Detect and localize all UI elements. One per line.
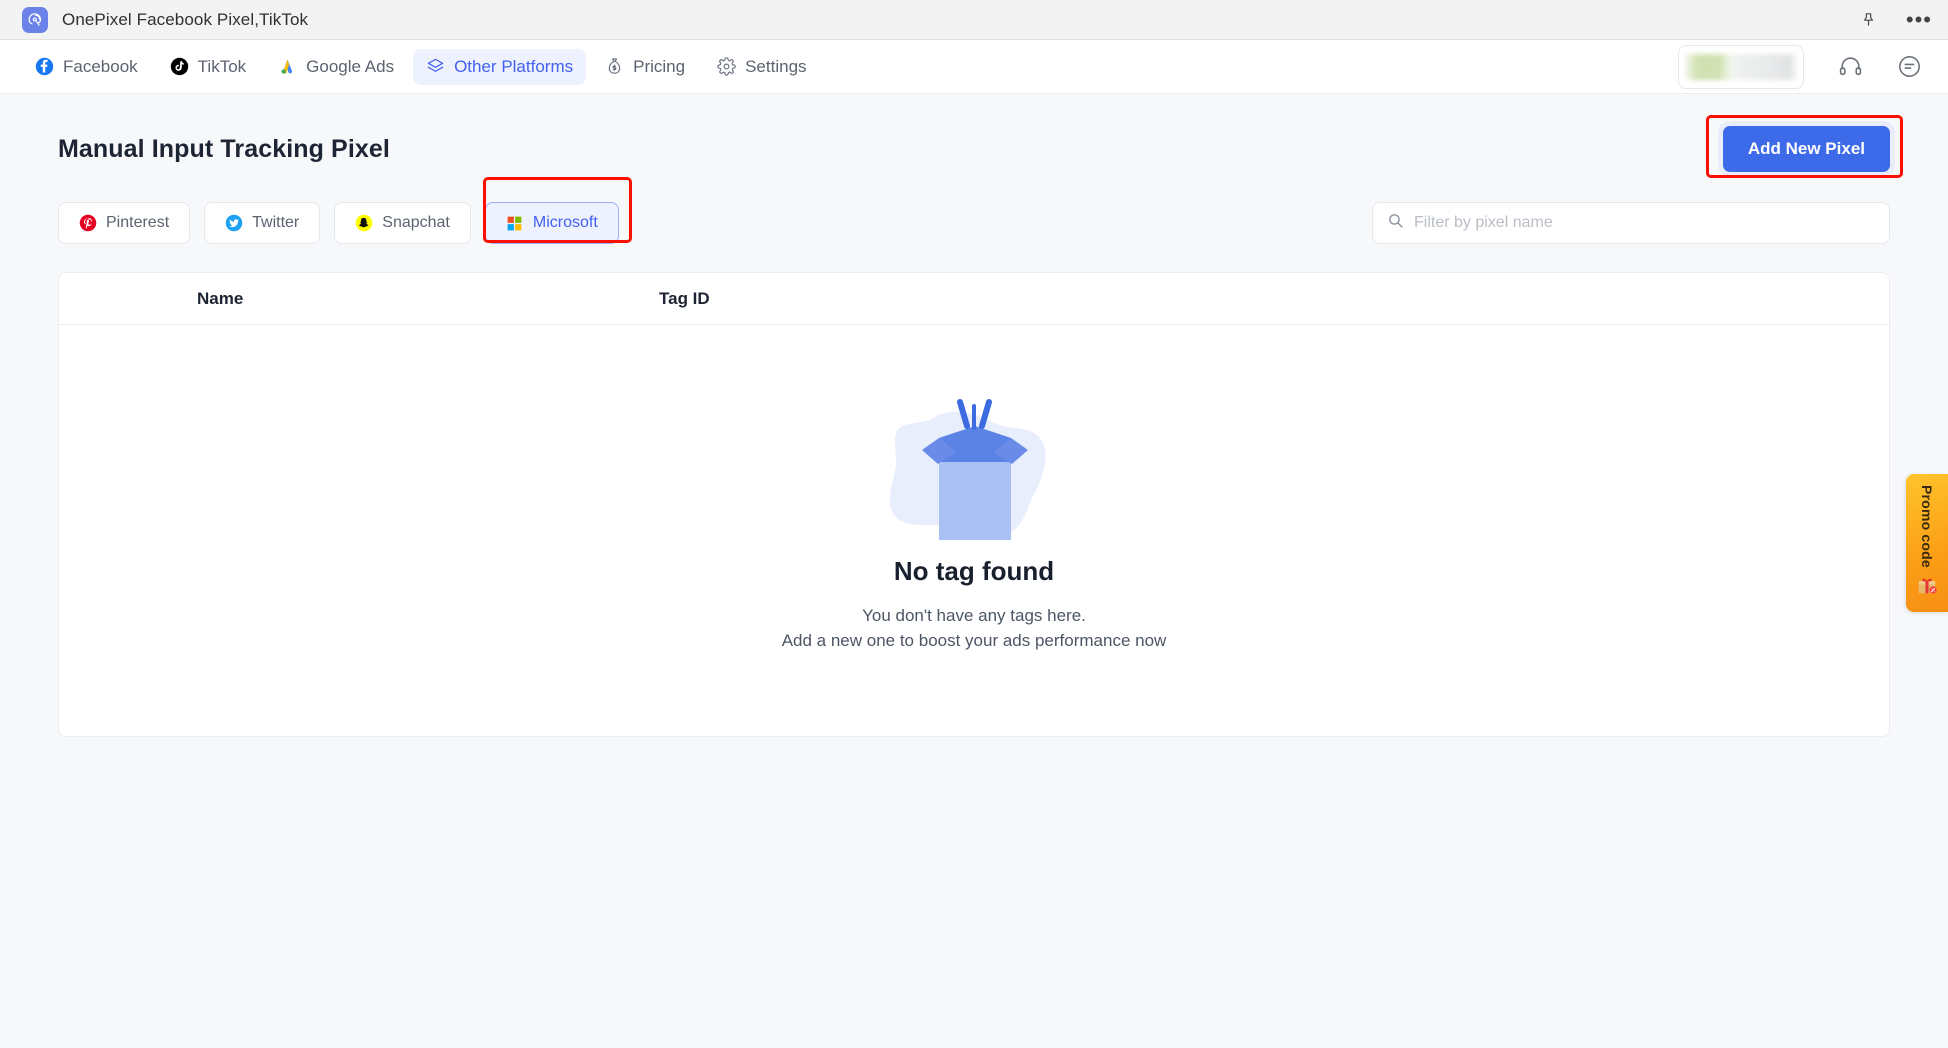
account-pill[interactable] <box>1678 44 1804 89</box>
empty-state-line-2: Add a new one to boost your ads performa… <box>781 631 1167 650</box>
pixel-table-card: Name Tag ID No tag found You don't have … <box>58 272 1890 737</box>
twitter-icon <box>225 214 243 232</box>
google-ads-icon <box>278 57 297 76</box>
pin-icon[interactable] <box>1858 9 1880 31</box>
gear-icon <box>717 57 736 76</box>
promo-code-label: Promo code <box>1919 485 1935 568</box>
onepixel-logo-icon <box>22 6 48 33</box>
empty-state: No tag found You don't have any tags her… <box>59 325 1889 736</box>
nav-items: Facebook TikTok Google Ads Other Platfor… <box>22 48 820 85</box>
tiktok-icon <box>170 57 189 76</box>
nav-item-settings[interactable]: Settings <box>704 49 819 85</box>
chip-label: Microsoft <box>532 214 598 231</box>
nav-item-google-ads[interactable]: Google Ads <box>265 49 407 85</box>
extension-title-bar: OnePixel Facebook Pixel,TikTok ••• <box>0 0 1948 40</box>
toolbar-row: Pinterest Twitter Snapchat Microsoft Fil… <box>58 177 1890 244</box>
column-header-name: Name <box>197 288 244 308</box>
nav-item-label: Settings <box>745 56 807 76</box>
table-header-row: Name Tag ID <box>59 273 1889 325</box>
chip-label: Pinterest <box>106 214 170 231</box>
layers-icon <box>426 57 445 76</box>
empty-state-line-1: You don't have any tags here. <box>862 605 1086 625</box>
microsoft-icon <box>506 214 524 232</box>
facebook-icon <box>35 57 54 76</box>
add-new-pixel-button[interactable]: Add New Pixel <box>1722 126 1890 172</box>
chip-label: Twitter <box>252 214 300 231</box>
nav-item-facebook[interactable]: Facebook <box>22 49 151 85</box>
nav-item-label: Pricing <box>633 56 686 76</box>
nav-item-label: Google Ads <box>306 56 395 76</box>
more-options-icon[interactable]: ••• <box>1906 8 1932 31</box>
open-box-icon <box>874 382 1074 552</box>
search-icon <box>1387 212 1404 234</box>
nav-item-label: TikTok <box>197 56 247 76</box>
empty-state-title: No tag found <box>893 555 1055 586</box>
page-title: Manual Input Tracking Pixel <box>58 134 390 163</box>
account-name-obscured <box>1685 53 1797 80</box>
chip-microsoft[interactable]: Microsoft <box>484 202 619 244</box>
nav-item-tiktok[interactable]: TikTok <box>157 49 260 85</box>
nav-item-other-platforms[interactable]: Other Platforms <box>413 48 587 85</box>
message-icon[interactable] <box>1897 54 1922 79</box>
chip-pinterest[interactable]: Pinterest <box>58 202 191 244</box>
nav-right-actions <box>1678 44 1922 89</box>
chip-label: Snapchat <box>382 214 450 231</box>
page-header: Manual Input Tracking Pixel Add New Pixe… <box>58 115 1903 178</box>
pixel-filter-search[interactable] <box>1372 202 1890 244</box>
chip-twitter[interactable]: Twitter <box>204 202 321 244</box>
extension-title: OnePixel Facebook Pixel,TikTok <box>62 9 309 29</box>
promo-code-tab[interactable]: Promo code <box>1906 474 1948 612</box>
chip-snapchat[interactable]: Snapchat <box>334 202 471 244</box>
nav-item-label: Other Platforms <box>454 56 574 76</box>
page-content: Manual Input Tracking Pixel Add New Pixe… <box>0 94 1948 1048</box>
nav-item-pricing[interactable]: Pricing <box>592 49 698 85</box>
platform-chip-group: Pinterest Twitter Snapchat Microsoft <box>58 202 619 244</box>
headset-icon[interactable] <box>1838 54 1863 79</box>
column-header-tag-id: Tag ID <box>659 288 710 308</box>
titlebar-actions: ••• <box>1858 0 1932 39</box>
gift-icon <box>1916 574 1938 601</box>
nav-item-label: Facebook <box>63 56 138 76</box>
money-bag-icon <box>605 57 624 76</box>
pinterest-icon <box>79 214 97 232</box>
snapchat-icon <box>355 214 373 232</box>
search-input[interactable] <box>1414 214 1875 232</box>
app-navigation-bar: Facebook TikTok Google Ads Other Platfor… <box>0 40 1948 94</box>
